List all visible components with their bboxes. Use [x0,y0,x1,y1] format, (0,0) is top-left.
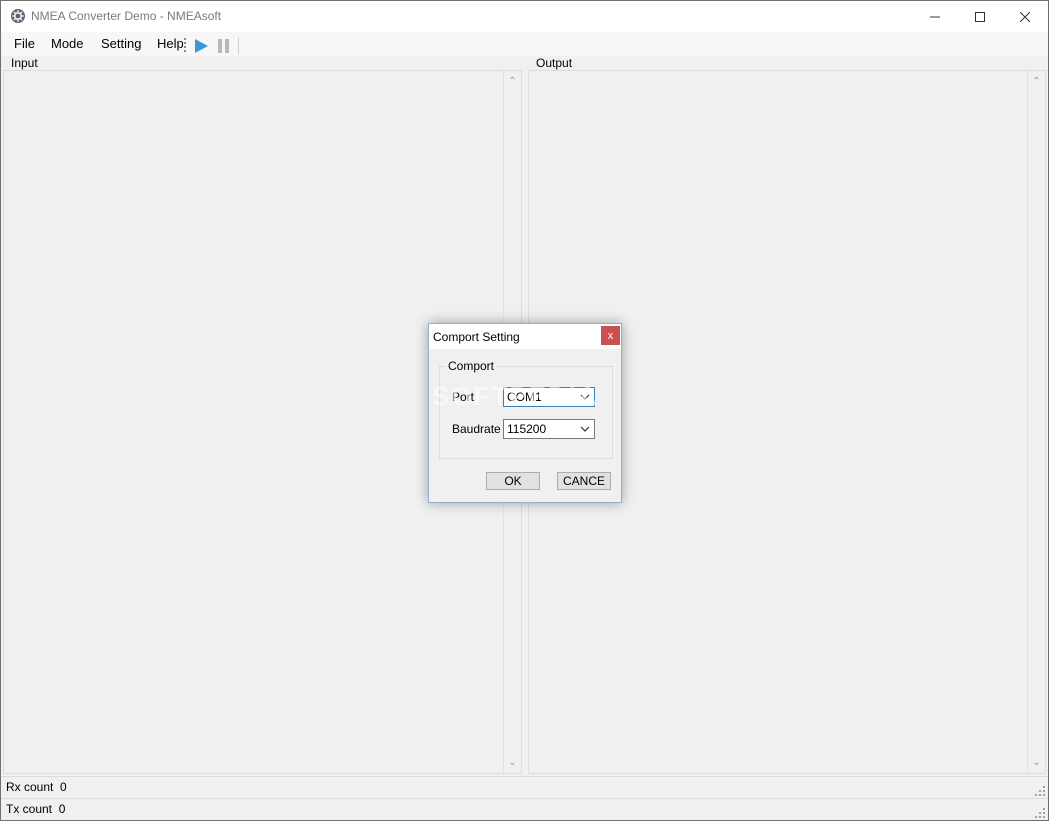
rx-count-value: 0 [60,780,67,794]
output-scrollbar[interactable]: ⌃ ⌄ [1027,71,1045,773]
dialog-title-bar: Comport Setting x [429,324,621,349]
baudrate-select[interactable]: 115200 [503,419,595,439]
window-title: NMEA Converter Demo - NMEAsoft [31,9,222,23]
scroll-up-arrow-icon[interactable]: ⌃ [1028,73,1045,90]
scroll-down-arrow-icon[interactable]: ⌄ [1028,754,1045,771]
maximize-icon [975,11,985,22]
scroll-down-arrow-icon[interactable]: ⌄ [504,754,521,771]
toolbar-grip[interactable] [184,38,188,52]
dialog-title: Comport Setting [433,330,520,344]
rx-count-label: Rx count 0 [6,780,67,794]
maximize-button[interactable] [957,1,1003,32]
toolbar-separator [238,37,239,55]
minimize-button[interactable] [912,1,958,32]
comport-groupbox: Comport [439,359,613,459]
port-select[interactable]: COM1 [503,387,595,407]
ok-button[interactable]: OK [486,472,540,490]
tx-count-value: 0 [58,802,66,816]
close-button[interactable] [1002,1,1048,32]
rx-status-bar: Rx count 0 [1,776,1048,798]
menu-mode[interactable]: Mode [51,36,84,51]
port-label: Port [452,390,475,404]
close-icon [1020,11,1030,22]
play-icon[interactable] [193,38,209,54]
menu-file[interactable]: File [14,36,35,51]
menu-setting[interactable]: Setting [101,36,141,51]
comport-group-label: Comport [446,359,497,373]
pause-icon[interactable] [217,38,231,54]
resize-grip-icon[interactable] [1035,808,1045,818]
baudrate-value: 115200 [507,422,547,436]
menu-bar: File Mode Setting Help [1,32,1048,56]
chevron-down-icon [580,426,590,432]
port-value: COM1 [507,390,542,404]
close-icon: x [607,329,614,342]
tx-status-bar: Tx count 0 [1,798,1048,820]
gear-wheel-icon [11,9,25,23]
resize-grip-icon[interactable] [1035,786,1045,796]
minimize-icon [930,16,940,17]
scroll-up-arrow-icon[interactable]: ⌃ [504,73,521,90]
input-panel-label: Input [9,56,40,70]
cancel-button[interactable]: CANCE [557,472,611,490]
output-panel-label: Output [534,56,575,70]
menu-help[interactable]: Help [157,36,183,51]
tx-count-label: Tx count 0 [6,802,66,816]
baudrate-label: Baudrate [452,422,501,436]
comport-setting-dialog: Comport Setting x Comport Port COM1 Baud… [428,323,622,503]
title-bar: NMEA Converter Demo - NMEAsoft [1,1,1048,32]
chevron-down-icon [580,394,590,400]
dialog-close-button[interactable]: x [601,326,620,345]
